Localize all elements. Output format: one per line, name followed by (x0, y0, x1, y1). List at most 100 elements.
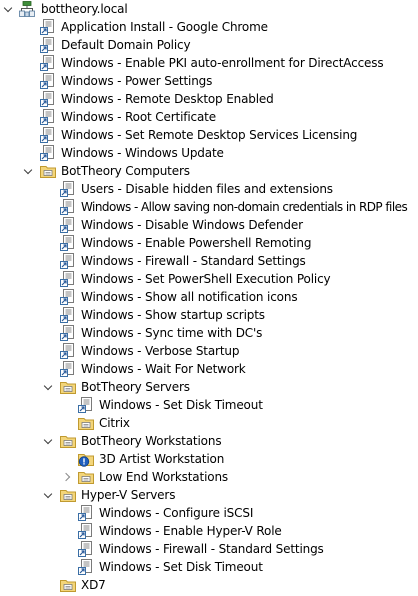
tree-node-label: Windows - Show startup scripts (81, 308, 265, 322)
chevron-down-icon[interactable] (4, 3, 14, 15)
tree-node-ou[interactable]: Hyper-V Servers (0, 486, 418, 504)
tree-node-gpo-link[interactable]: Windows - Windows Update (0, 144, 418, 162)
tree-node-gpo-link[interactable]: Windows - Power Settings (0, 72, 418, 90)
tree-node-gpo-link[interactable]: Windows - Enable Powershell Remoting (0, 234, 418, 252)
tree-node-domain-root[interactable]: bottheory.local (0, 0, 418, 18)
tree-node-gpo-link[interactable]: Default Domain Policy (0, 36, 418, 54)
tree-node-label: bottheory.local (41, 2, 128, 16)
tree-node-label: Windows - Enable PKI auto-enrollment for… (61, 56, 384, 70)
tree-node-gpo-link[interactable]: Windows - Disable Windows Defender (0, 216, 418, 234)
tree-node-label: Windows - Remote Desktop Enabled (61, 92, 274, 106)
tree-node-label: Default Domain Policy (61, 38, 191, 52)
tree-node-gpo-link[interactable]: Windows - Enable Hyper-V Role (0, 522, 418, 540)
tree-node-label: Users - Disable hidden files and extensi… (81, 182, 333, 196)
tree-node-label: Application Install - Google Chrome (61, 20, 268, 34)
tree-node-label: Windows - Disable Windows Defender (81, 218, 303, 232)
tree-node-label: Windows - Power Settings (61, 74, 213, 88)
gpo-link-icon (60, 181, 76, 197)
chevron-down-icon[interactable] (24, 165, 34, 177)
ou-folder-icon (40, 163, 56, 179)
tree-node-label: Windows - Set Disk Timeout (99, 560, 263, 574)
tree-node-ou[interactable]: BotTheory Servers (0, 378, 418, 396)
tree-node-gpo-link[interactable]: Windows - Remote Desktop Enabled (0, 90, 418, 108)
gpo-link-icon (40, 55, 56, 71)
tree-node-label: Windows - Verbose Startup (81, 344, 240, 358)
tree-node-label: Windows - Allow saving non-domain creden… (81, 200, 408, 214)
gpo-link-icon (78, 559, 94, 575)
gpo-link-icon (60, 289, 76, 305)
gpo-link-icon (40, 37, 56, 53)
ou-folder-icon (78, 469, 94, 485)
tree-node-gpo-link[interactable]: Windows - Sync time with DC's (0, 324, 418, 342)
tree-node-label: Windows - Enable Hyper-V Role (99, 524, 282, 538)
tree-node-label: Windows - Set PowerShell Execution Polic… (81, 272, 331, 286)
tree-node-gpo-link[interactable]: Windows - Show all notification icons (0, 288, 418, 306)
tree-node-label: BotTheory Computers (61, 164, 190, 178)
tree-node-gpo-link[interactable]: Application Install - Google Chrome (0, 18, 418, 36)
domain-icon (19, 1, 35, 17)
gpo-link-icon (40, 73, 56, 89)
gpo-link-icon (78, 397, 94, 413)
gpo-tree-view: bottheory.local Application Install - Go… (0, 0, 418, 595)
tree-node-ou[interactable]: 3D Artist Workstation (0, 450, 418, 468)
tree-node-gpo-link[interactable]: Windows - Firewall - Standard Settings (0, 252, 418, 270)
gpo-link-icon (60, 361, 76, 377)
chevron-down-icon[interactable] (44, 435, 54, 447)
tree-node-label: BotTheory Workstations (81, 434, 222, 448)
tree-node-ou[interactable]: BotTheory Computers (0, 162, 418, 180)
tree-node-label: Citrix (99, 416, 130, 430)
gpo-link-icon (40, 109, 56, 125)
tree-node-ou[interactable]: Citrix (0, 414, 418, 432)
gpo-link-icon (60, 235, 76, 251)
tree-node-gpo-link[interactable]: Windows - Show startup scripts (0, 306, 418, 324)
gpo-link-icon (60, 271, 76, 287)
gpo-link-icon (60, 307, 76, 323)
tree-node-ou[interactable]: XD7 (0, 576, 418, 594)
gpo-link-icon (40, 127, 56, 143)
tree-node-gpo-link[interactable]: Windows - Root Certificate (0, 108, 418, 126)
chevron-right-icon[interactable] (63, 471, 73, 483)
chevron-down-icon[interactable] (44, 489, 54, 501)
ou-folder-icon (78, 415, 94, 431)
tree-node-label: XD7 (81, 578, 106, 592)
tree-node-gpo-link[interactable]: Users - Disable hidden files and extensi… (0, 180, 418, 198)
tree-node-label: Windows - Sync time with DC's (81, 326, 263, 340)
gpo-link-icon (78, 541, 94, 557)
tree-node-label: Windows - Show all notification icons (81, 290, 298, 304)
tree-node-gpo-link[interactable]: Windows - Set Disk Timeout (0, 558, 418, 576)
ou-folder-icon (60, 379, 76, 395)
tree-node-label: BotTheory Servers (81, 380, 190, 394)
tree-node-label: Windows - Configure iSCSI (99, 506, 254, 520)
gpo-link-icon (60, 217, 76, 233)
tree-node-ou[interactable]: Low End Workstations (0, 468, 418, 486)
chevron-down-icon[interactable] (44, 381, 54, 393)
tree-node-label: Windows - Set Disk Timeout (99, 398, 263, 412)
tree-node-label: Windows - Firewall - Standard Settings (99, 542, 324, 556)
tree-node-gpo-link[interactable]: Windows - Configure iSCSI (0, 504, 418, 522)
tree-node-gpo-link[interactable]: Windows - Set PowerShell Execution Polic… (0, 270, 418, 288)
tree-node-gpo-link[interactable]: Windows - Wait For Network (0, 360, 418, 378)
tree-node-gpo-link[interactable]: Windows - Allow saving non-domain creden… (0, 198, 418, 216)
gpo-link-icon (60, 253, 76, 269)
tree-node-label: Windows - Root Certificate (61, 110, 216, 124)
tree-node-gpo-link[interactable]: Windows - Set Remote Desktop Services Li… (0, 126, 418, 144)
tree-node-gpo-link[interactable]: Windows - Enable PKI auto-enrollment for… (0, 54, 418, 72)
ou-folder-icon (60, 577, 76, 593)
gpo-link-icon (78, 523, 94, 539)
tree-node-gpo-link[interactable]: Windows - Verbose Startup (0, 342, 418, 360)
ou-folder-blocked-icon (78, 451, 94, 467)
tree-node-gpo-link[interactable]: Windows - Firewall - Standard Settings (0, 540, 418, 558)
ou-folder-icon (60, 487, 76, 503)
gpo-link-icon (40, 19, 56, 35)
gpo-link-icon (40, 145, 56, 161)
ou-folder-icon (60, 433, 76, 449)
tree-node-label: 3D Artist Workstation (99, 452, 225, 466)
tree-node-label: Windows - Firewall - Standard Settings (81, 254, 306, 268)
tree-node-gpo-link[interactable]: Windows - Set Disk Timeout (0, 396, 418, 414)
tree-node-label: Windows - Windows Update (61, 146, 224, 160)
gpo-link-icon (40, 91, 56, 107)
tree-node-ou[interactable]: BotTheory Workstations (0, 432, 418, 450)
tree-node-label: Windows - Wait For Network (81, 362, 246, 376)
tree-node-label: Hyper-V Servers (81, 488, 176, 502)
gpo-link-icon (60, 199, 76, 215)
